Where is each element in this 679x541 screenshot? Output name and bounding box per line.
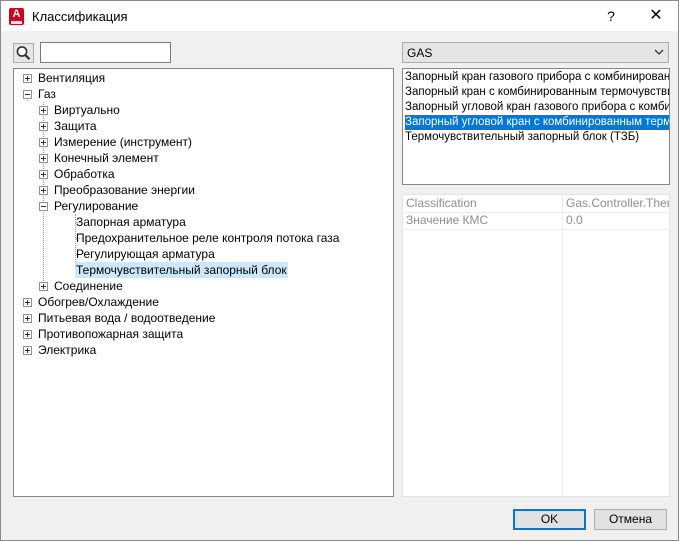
property-row[interactable]: Значение КМС 0.0 [403, 212, 669, 230]
collapse-icon[interactable] [39, 202, 48, 211]
tree-node[interactable]: Измерение (инструмент) [14, 134, 389, 150]
tree-node-label: Обогрев/Охлаждение [38, 295, 159, 309]
system-type-select[interactable]: GAS [402, 42, 669, 63]
ok-button[interactable]: OK [513, 509, 586, 530]
property-value: Gas.Controller.Ther... [566, 196, 669, 210]
tree-node[interactable]: Запорная арматура [14, 214, 389, 230]
system-type-value: GAS [407, 46, 433, 60]
tree-node-label: Предохранительное реле контроля потока г… [76, 231, 340, 245]
collapse-icon[interactable] [23, 90, 32, 99]
window-title: Классификация [32, 9, 128, 24]
tree-node-label: Газ [38, 87, 56, 101]
tree-node-label: Вентиляция [38, 71, 106, 85]
tree-node[interactable]: Соединение [14, 278, 389, 294]
tree-node-label: Обработка [54, 167, 115, 181]
property-name: Значение КМС [406, 213, 489, 227]
expand-icon[interactable] [23, 330, 32, 339]
tree-node[interactable]: Термочувствительный запорный блок [14, 262, 389, 278]
property-grid: Classification Gas.Controller.Ther... Знач… [402, 194, 670, 497]
tree-node-label: Электрика [38, 343, 97, 357]
tree-node[interactable]: Вентиляция [14, 70, 389, 86]
tree-node[interactable]: Регулирующая арматура [14, 246, 389, 262]
expand-icon[interactable] [23, 314, 32, 323]
property-row[interactable]: Classification Gas.Controller.Ther... [403, 195, 669, 213]
expand-icon[interactable] [39, 106, 48, 115]
expand-icon[interactable] [39, 138, 48, 147]
search-input[interactable] [40, 42, 171, 63]
element-list[interactable]: Запорный кран газового прибора с комбини… [402, 68, 670, 185]
tree-node[interactable]: Обогрев/Охлаждение [14, 294, 389, 310]
close-button[interactable]: ✕ [643, 6, 669, 26]
classification-dialog: A Классификация ? ✕ Вентиляция Газ Виртуал… [0, 0, 679, 541]
tree-node[interactable]: Питьевая вода / водоотведение [14, 310, 389, 326]
property-value: 0.0 [566, 213, 583, 227]
tree-node[interactable]: Защита [14, 118, 389, 134]
expand-icon[interactable] [39, 186, 48, 195]
tree-node-label: Преобразование энергии [54, 183, 195, 197]
list-item[interactable]: Запорный кран газового прибора с комбини… [405, 70, 669, 85]
tree-node-label: Термочувствительный запорный блок [75, 262, 288, 278]
tree-node-label: Регулирование [54, 199, 139, 213]
list-item[interactable]: Запорный угловой кран газового прибора с… [405, 100, 669, 115]
tree-node-label: Защита [54, 119, 97, 133]
tree-node[interactable]: Предохранительное реле контроля потока г… [14, 230, 389, 246]
tree-node[interactable]: Газ [14, 86, 389, 102]
tree-node-label: Питьевая вода / водоотведение [38, 311, 216, 325]
expand-icon[interactable] [39, 154, 48, 163]
tree-node[interactable]: Обработка [14, 166, 389, 182]
tree-node-label: Конечный элемент [54, 151, 159, 165]
tree-node[interactable]: Конечный элемент [14, 150, 389, 166]
tree-node-label: Измерение (инструмент) [54, 135, 193, 149]
property-name: Classification [406, 196, 477, 210]
cancel-button[interactable]: Отмена [594, 509, 667, 530]
list-item[interactable]: Термочувствительный запорный блок (ТЗБ) [405, 130, 639, 145]
tree-node-label: Соединение [54, 279, 123, 293]
tree-node[interactable]: Противопожарная защита [14, 326, 389, 342]
tree-node[interactable]: Виртуально [14, 102, 389, 118]
expand-icon[interactable] [39, 282, 48, 291]
tree-node[interactable]: Электрика [14, 342, 389, 358]
help-button[interactable]: ? [599, 6, 623, 26]
list-item[interactable]: Запорный угловой кран с комбинированным … [405, 115, 669, 130]
title-bar: A Классификация ? ✕ [1, 1, 678, 31]
expand-icon[interactable] [23, 74, 32, 83]
chevron-down-icon [654, 45, 664, 62]
tree-node-label: Противопожарная защита [38, 327, 184, 341]
expand-icon[interactable] [39, 122, 48, 131]
tree-node-label: Запорная арматура [76, 215, 186, 229]
autocad-app-icon: A [9, 8, 24, 25]
expand-icon[interactable] [23, 298, 32, 307]
search-icon[interactable] [13, 43, 34, 63]
expand-icon[interactable] [23, 346, 32, 355]
tree-node-label: Регулирующая арматура [76, 247, 215, 261]
list-item[interactable]: Запорный кран с комбинированным термочув… [405, 85, 669, 100]
expand-icon[interactable] [39, 170, 48, 179]
classification-tree[interactable]: Вентиляция Газ Виртуально Защита Измерение (… [13, 68, 394, 497]
tree-node-label: Виртуально [54, 103, 120, 117]
tree-node[interactable]: Преобразование энергии [14, 182, 389, 198]
tree-node[interactable]: Регулирование [14, 198, 389, 214]
